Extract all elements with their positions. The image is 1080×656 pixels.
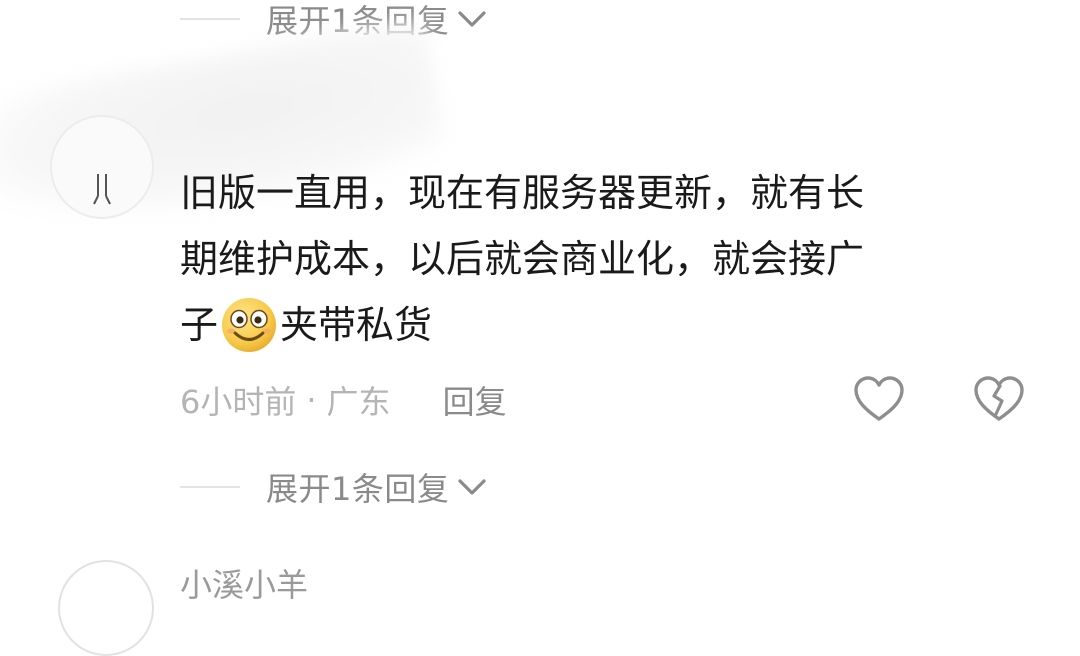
next-comment-avatar[interactable] (58, 560, 154, 656)
comment-line-1: 旧版一直用，现在有服务器更新，就有长 (180, 171, 865, 215)
comment-time: 6小时前 (180, 383, 297, 421)
broken-heart-icon (974, 376, 1024, 421)
divider-line (180, 486, 240, 488)
avatar-figure-icon (90, 172, 116, 212)
comment-line-3-start: 子 (180, 303, 219, 347)
like-button[interactable] (852, 374, 906, 424)
chevron-down-icon[interactable] (457, 477, 487, 501)
comment-line-3-end: 夹带私货 (280, 303, 433, 347)
comment-location: 广东 (326, 383, 391, 421)
reply-button[interactable]: 回复 (443, 377, 507, 423)
comment-text: 旧版一直用，现在有服务器更新，就有长 期维护成本，以后就会商业化，就会接广 子 (180, 160, 1000, 358)
comment-line-2: 期维护成本，以后就会商业化，就会接广 (180, 237, 865, 281)
comment-meta: 6小时前 · 广东 回复 (180, 372, 507, 428)
next-comment-username[interactable]: 小溪小羊 (180, 560, 308, 606)
chevron-down-icon[interactable] (457, 9, 487, 33)
meta-separator: · (306, 381, 317, 419)
expand-replies-bottom[interactable]: 展开1条回复 (180, 462, 487, 512)
expand-replies-label[interactable]: 展开1条回复 (266, 464, 449, 510)
dislike-button[interactable] (972, 374, 1026, 424)
avatar[interactable] (50, 115, 154, 219)
grinning-face-emoji-icon (220, 296, 278, 354)
comment-line-3: 子 夹带私货 (180, 292, 1000, 358)
heart-icon (854, 376, 904, 421)
divider-line (180, 18, 240, 20)
